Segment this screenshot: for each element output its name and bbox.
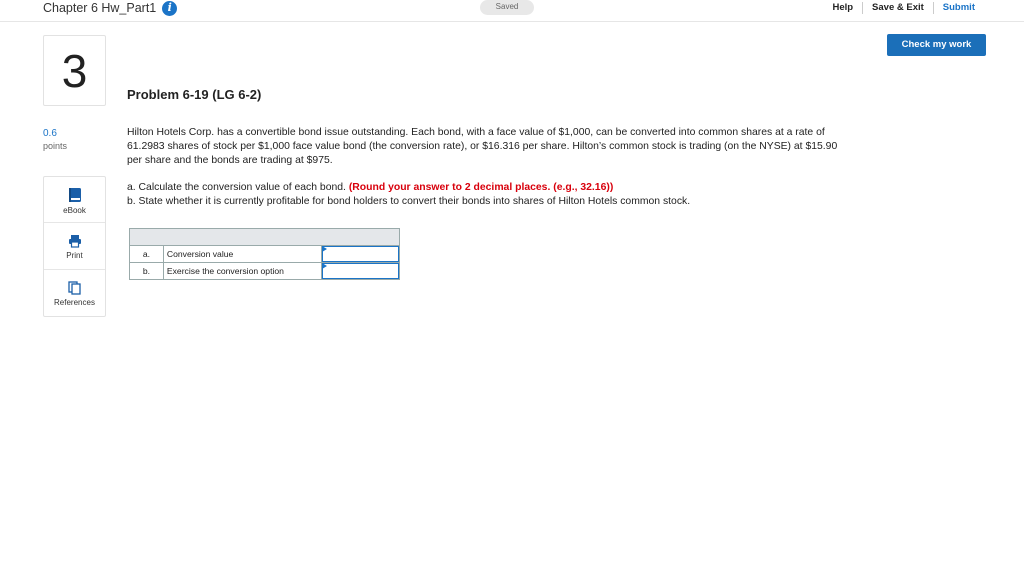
part-b-prompt: b. State whether it is currently profita… bbox=[127, 196, 691, 207]
part-a-hint: (Round your answer to 2 decimal places. … bbox=[348, 182, 614, 193]
problem-intro: Hilton Hotels Corp. has a convertible bo… bbox=[127, 127, 838, 166]
ebook-icon bbox=[68, 188, 81, 202]
divider bbox=[44, 222, 105, 223]
problem-title: Problem 6-19 (LG 6-2) bbox=[127, 87, 262, 102]
answer-flag-icon bbox=[322, 263, 328, 269]
exercise-option-select[interactable] bbox=[322, 263, 399, 279]
conversion-value-input[interactable] bbox=[322, 246, 399, 262]
answer-flag-icon bbox=[322, 246, 328, 252]
top-bar: Chapter 6 Hw_Part1 i Saved Help Save & E… bbox=[0, 0, 1024, 22]
references-button[interactable]: References bbox=[44, 281, 105, 307]
tools-panel: eBook Print References bbox=[43, 176, 106, 317]
help-link[interactable]: Help bbox=[823, 2, 862, 14]
check-my-work-button[interactable]: Check my work bbox=[887, 34, 986, 56]
assignment-title: Chapter 6 Hw_Part1 i bbox=[43, 0, 178, 16]
references-icon bbox=[68, 281, 81, 295]
submit-link[interactable]: Submit bbox=[934, 2, 984, 14]
points-value: 0.6 bbox=[43, 128, 57, 139]
answer-table: a. Conversion value b. Exercise the conv… bbox=[129, 228, 400, 280]
info-icon[interactable]: i bbox=[162, 0, 178, 16]
row-letter: a. bbox=[129, 245, 164, 263]
table-row: b. Exercise the conversion option bbox=[129, 262, 400, 280]
row-label: Conversion value bbox=[162, 245, 323, 263]
part-a-text: a. Calculate the conversion value of eac… bbox=[127, 182, 346, 193]
row-label: Exercise the conversion option bbox=[162, 262, 323, 280]
part-a-prompt: a. Calculate the conversion value of eac… bbox=[127, 181, 613, 195]
ebook-label: eBook bbox=[63, 206, 86, 215]
print-icon bbox=[68, 235, 81, 248]
top-actions: Help Save & Exit Submit bbox=[823, 2, 984, 14]
assignment-title-text: Chapter 6 Hw_Part1 bbox=[43, 1, 157, 15]
table-row: a. Conversion value bbox=[129, 245, 400, 263]
row-letter: b. bbox=[129, 262, 164, 280]
save-exit-link[interactable]: Save & Exit bbox=[863, 2, 933, 14]
print-button[interactable]: Print bbox=[44, 234, 105, 260]
references-label: References bbox=[54, 298, 95, 307]
answer-table-header bbox=[129, 228, 400, 246]
points-label: points bbox=[43, 141, 68, 151]
print-label: Print bbox=[66, 251, 83, 260]
divider bbox=[44, 269, 105, 270]
question-number: 3 bbox=[43, 35, 106, 106]
ebook-button[interactable]: eBook bbox=[44, 187, 105, 215]
saved-status-badge: Saved bbox=[480, 0, 534, 15]
